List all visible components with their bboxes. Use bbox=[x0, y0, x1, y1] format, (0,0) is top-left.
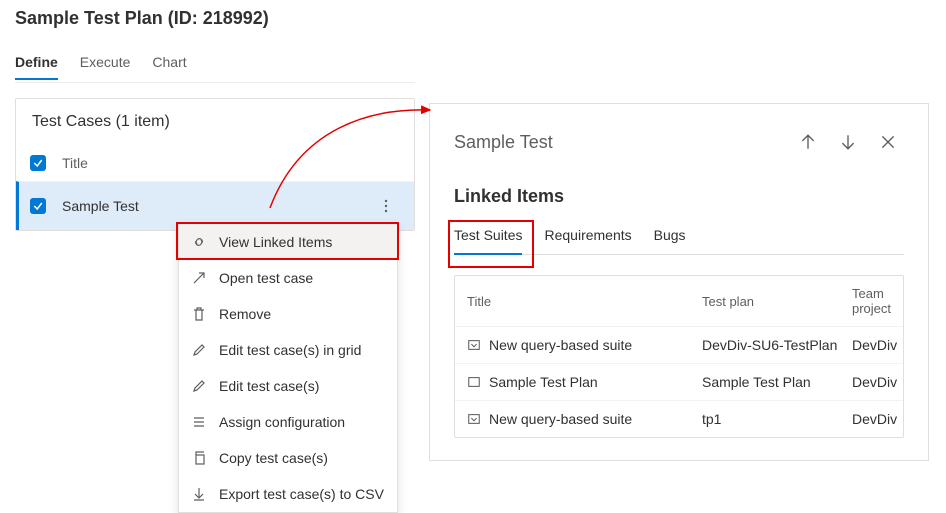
cell-plan: Sample Test Plan bbox=[702, 374, 852, 390]
panel-tabs: Test Suites Requirements Bugs bbox=[454, 221, 904, 255]
row-title: Sample Test bbox=[62, 198, 372, 214]
table-header: Title Test plan Team project bbox=[455, 276, 903, 326]
col-project: Team project bbox=[852, 286, 891, 316]
menu-view-linked[interactable]: View Linked Items bbox=[179, 224, 397, 260]
table-row[interactable]: New query-based suite tp1 DevDiv bbox=[455, 400, 903, 437]
list-icon bbox=[191, 414, 207, 430]
test-cases-header: Test Cases (1 item) bbox=[16, 99, 414, 145]
select-all-checkbox[interactable] bbox=[30, 155, 46, 171]
page-title: Sample Test Plan (ID: 218992) bbox=[15, 8, 269, 29]
col-title: Title bbox=[467, 294, 702, 309]
menu-label: Open test case bbox=[219, 270, 313, 286]
tab-requirements[interactable]: Requirements bbox=[544, 221, 631, 254]
menu-label: Export test case(s) to CSV bbox=[219, 486, 384, 502]
menu-edit[interactable]: Edit test case(s) bbox=[179, 368, 397, 404]
query-suite-icon bbox=[467, 338, 481, 352]
panel-subtitle: Linked Items bbox=[454, 186, 904, 207]
tab-chart[interactable]: Chart bbox=[152, 50, 186, 80]
column-title: Title bbox=[62, 155, 400, 171]
menu-label: Remove bbox=[219, 306, 271, 322]
menu-label: Edit test case(s) bbox=[219, 378, 319, 394]
menu-export[interactable]: Export test case(s) to CSV bbox=[179, 476, 397, 512]
cell-title: New query-based suite bbox=[489, 337, 632, 353]
table-row[interactable]: New query-based suite DevDiv-SU6-TestPla… bbox=[455, 326, 903, 363]
main-tabs: Define Execute Chart bbox=[15, 50, 415, 83]
cell-project: DevDiv bbox=[852, 374, 897, 390]
tab-bugs[interactable]: Bugs bbox=[654, 221, 686, 254]
row-checkbox[interactable] bbox=[30, 198, 46, 214]
cell-plan: tp1 bbox=[702, 411, 852, 427]
col-plan: Test plan bbox=[702, 294, 852, 309]
cell-title: New query-based suite bbox=[489, 411, 632, 427]
linked-items-panel: Sample Test Linked Items Test Suites Req… bbox=[429, 103, 929, 461]
menu-remove[interactable]: Remove bbox=[179, 296, 397, 332]
close-button[interactable] bbox=[872, 126, 904, 158]
query-suite-icon bbox=[467, 412, 481, 426]
more-options-button[interactable] bbox=[372, 192, 400, 220]
menu-label: Copy test case(s) bbox=[219, 450, 328, 466]
link-icon bbox=[191, 234, 207, 250]
cell-title: Sample Test Plan bbox=[489, 374, 598, 390]
tab-execute[interactable]: Execute bbox=[80, 50, 131, 80]
menu-copy[interactable]: Copy test case(s) bbox=[179, 440, 397, 476]
next-button[interactable] bbox=[832, 126, 864, 158]
tab-test-suites[interactable]: Test Suites bbox=[454, 221, 522, 255]
context-menu: View Linked Items Open test case Remove … bbox=[178, 223, 398, 513]
column-header-row: Title bbox=[16, 145, 414, 181]
open-icon bbox=[191, 270, 207, 286]
menu-label: View Linked Items bbox=[219, 234, 332, 250]
menu-open[interactable]: Open test case bbox=[179, 260, 397, 296]
linked-items-table: Title Test plan Team project New query-b… bbox=[454, 275, 904, 438]
trash-icon bbox=[191, 306, 207, 322]
cell-project: DevDiv bbox=[852, 411, 897, 427]
copy-icon bbox=[191, 450, 207, 466]
menu-edit-grid[interactable]: Edit test case(s) in grid bbox=[179, 332, 397, 368]
download-icon bbox=[191, 486, 207, 502]
cell-plan: DevDiv-SU6-TestPlan bbox=[702, 337, 852, 353]
table-row[interactable]: Sample Test Plan Sample Test Plan DevDiv bbox=[455, 363, 903, 400]
cell-project: DevDiv bbox=[852, 337, 897, 353]
test-cases-card: Test Cases (1 item) Title Sample Test bbox=[15, 98, 415, 231]
menu-label: Edit test case(s) in grid bbox=[219, 342, 361, 358]
tab-define[interactable]: Define bbox=[15, 50, 58, 80]
plan-icon bbox=[467, 375, 481, 389]
menu-label: Assign configuration bbox=[219, 414, 345, 430]
pencil-icon bbox=[191, 342, 207, 358]
prev-button[interactable] bbox=[792, 126, 824, 158]
menu-assign[interactable]: Assign configuration bbox=[179, 404, 397, 440]
panel-title: Sample Test bbox=[454, 132, 784, 153]
pencil-icon bbox=[191, 378, 207, 394]
